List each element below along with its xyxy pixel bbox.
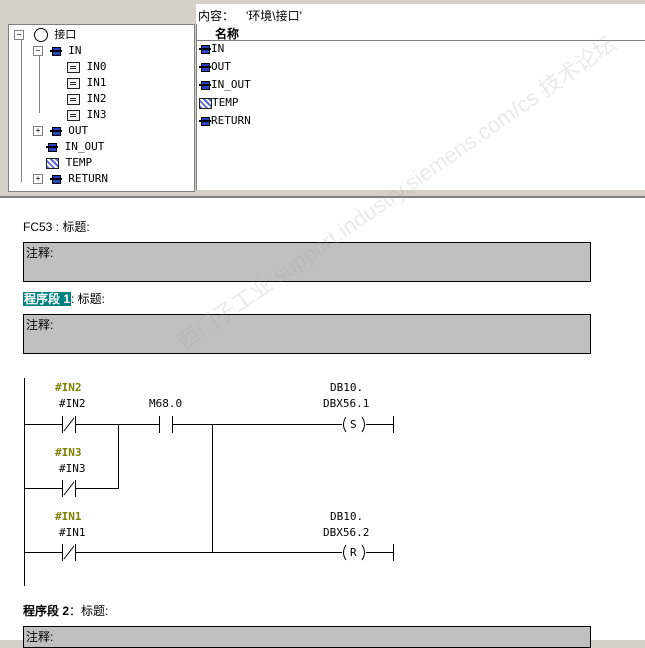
list-label: OUT [211,60,231,73]
network-2-header[interactable]: 程序段 2：标题: [23,602,108,619]
network-2-label[interactable]: 程序段 2 [23,604,69,618]
block-param-icon [46,142,58,152]
coil-reset-type: R [350,546,357,559]
content-path: '环境\接口' [246,9,302,23]
block-param-icon [199,80,211,90]
declaration-header: 内容： '环境\接口' [196,4,645,25]
network-2-comment[interactable]: 注释: [23,626,591,648]
tree-label-temp: TEMP [65,156,93,169]
block-param-icon [49,126,62,136]
temp-icon [46,157,59,169]
tree-item-out[interactable]: + OUT [33,123,88,139]
list-item-in[interactable]: IN [199,41,224,57]
tree-item-in3[interactable]: IN3 [67,107,107,123]
variable-icon [67,77,80,89]
tree-item-in-out[interactable]: IN_OUT [46,139,104,155]
tree-item-temp[interactable]: TEMP [46,155,92,171]
network-2-title: ：标题: [69,604,109,618]
tree-label-in1: IN1 [86,76,107,89]
variable-icon [67,93,80,105]
tree-item-return[interactable]: + RETURN [33,171,108,187]
content-label: 内容： [198,9,235,23]
block-param-icon [199,116,211,126]
comment-label: 注释: [26,630,54,644]
tree-label-in: IN [68,44,82,57]
ladder-diagram [24,378,394,586]
tree-label-in3: IN3 [86,108,107,121]
list-item-out[interactable]: OUT [199,59,231,75]
tree-label-in-out: IN_OUT [64,140,105,153]
tree-item-in0[interactable]: IN0 [67,59,107,75]
list-item-return[interactable]: RETURN [199,113,251,129]
block-param-icon [199,44,211,54]
collapse-icon[interactable]: − [14,30,24,40]
tree-item-in[interactable]: − IN [33,43,82,59]
temp-icon [199,97,212,109]
list-item-in-out[interactable]: IN_OUT [199,77,251,93]
tree-label-interface: 接口 [54,29,77,41]
tree-item-interface[interactable]: − 接口 [14,27,76,43]
tree-label-return: RETURN [68,172,108,185]
tree-item-in1[interactable]: IN1 [67,75,107,91]
block-param-icon [49,46,62,56]
interface-tree[interactable]: − 接口 − IN IN0 IN1 IN2 IN3 + OUT IN_OUT T… [8,24,195,192]
list-label: IN_OUT [211,78,251,91]
column-header-label: 名称 [215,27,240,41]
tree-label-in0: IN0 [86,60,107,73]
tree-item-in2[interactable]: IN2 [67,91,107,107]
column-header-name[interactable]: 名称 [197,24,645,41]
variable-icon [67,109,80,121]
variable-icon [67,61,80,73]
ladder-editor[interactable]: FC53 : 标题: 注释: 程序段 1: 标题: 注释: #IN2 #IN2 … [0,196,645,648]
tree-label-in2: IN2 [86,92,107,105]
coil-set-type: S [350,418,357,431]
expand-icon[interactable]: + [33,126,43,136]
list-label: RETURN [211,114,251,127]
block-param-icon [199,62,211,72]
interface-icon [33,28,48,42]
list-item-temp[interactable]: TEMP [199,95,239,111]
tree-label-out: OUT [68,124,89,137]
collapse-icon[interactable]: − [33,46,43,56]
list-label: IN [211,42,225,55]
expand-icon[interactable]: + [33,174,43,184]
list-label: TEMP [212,96,239,109]
block-param-icon [49,174,62,184]
